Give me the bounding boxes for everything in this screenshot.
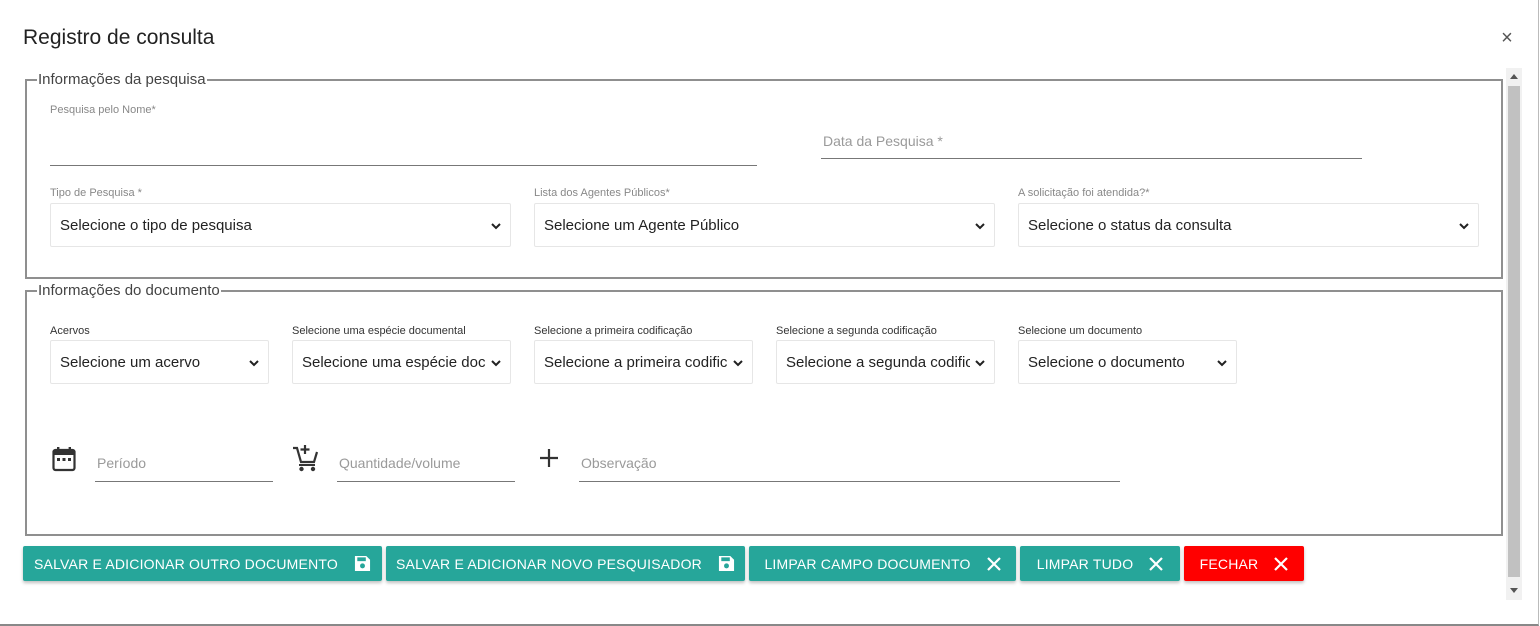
modal-dialog: Registro de consulta × Informações da pe… xyxy=(0,0,1539,626)
acervos-select[interactable]: Selecione um acervo xyxy=(50,340,269,384)
chevron-down-icon xyxy=(1459,223,1469,230)
atendida-select[interactable]: Selecione o status da consulta xyxy=(1018,203,1479,247)
limpar-tudo-button[interactable]: LIMPAR TUDO xyxy=(1020,546,1180,581)
chevron-down-icon xyxy=(249,360,259,367)
segunda-label: Selecione a segunda codificação xyxy=(776,325,937,337)
observacao-input[interactable] xyxy=(579,445,1120,482)
especie-label: Selecione uma espécie documental xyxy=(292,325,466,337)
segunda-select[interactable]: Selecione a segunda codifica xyxy=(776,340,995,384)
documento-fieldset: Informações do documento xyxy=(25,282,1503,536)
agentes-selected-text: Selecione um Agente Público xyxy=(544,217,740,234)
acervos-selected-text: Selecione um acervo xyxy=(60,354,201,371)
segunda-selected-text: Selecione a segunda codifica xyxy=(786,354,970,371)
quantidade-input[interactable] xyxy=(337,445,515,482)
chevron-down-icon xyxy=(733,360,743,367)
tipo-selected-text: Selecione o tipo de pesquisa xyxy=(60,217,252,234)
limpar-campo-documento-button[interactable]: LIMPAR CAMPO DOCUMENTO xyxy=(749,546,1016,581)
plus-icon xyxy=(540,449,558,467)
add-shopping-cart-icon xyxy=(293,445,319,472)
fechar-label: FECHAR xyxy=(1199,555,1259,572)
limpar-documento-label: LIMPAR CAMPO DOCUMENTO xyxy=(764,555,971,572)
especie-select[interactable]: Selecione uma espécie docu xyxy=(292,340,511,384)
documento-legend: Informações do documento xyxy=(37,282,221,299)
close-icon xyxy=(1149,556,1164,571)
pesquisa-legend: Informações da pesquisa xyxy=(37,71,207,88)
save-icon xyxy=(354,555,371,572)
tipo-pesquisa-select[interactable]: Selecione o tipo de pesquisa xyxy=(50,203,511,247)
atendida-label: A solicitação foi atendida?* xyxy=(1018,187,1150,199)
nome-input[interactable] xyxy=(50,134,757,166)
chevron-down-icon xyxy=(491,223,501,230)
documento-selected-text: Selecione o documento xyxy=(1028,354,1185,371)
agentes-select[interactable]: Selecione um Agente Público xyxy=(534,203,995,247)
pesquisa-fieldset: Informações da pesquisa xyxy=(25,71,1503,279)
close-icon[interactable]: × xyxy=(1497,28,1517,48)
salvar-outro-label: SALVAR E ADICIONAR OUTRO DOCUMENTO xyxy=(34,555,338,572)
nome-label: Pesquisa pelo Nome* xyxy=(50,104,156,116)
tipo-label: Tipo de Pesquisa * xyxy=(50,187,142,199)
documento-label: Selecione um documento xyxy=(1018,325,1143,337)
salvar-novo-pesquisador-button[interactable]: SALVAR E ADICIONAR NOVO PESQUISADOR xyxy=(386,546,745,581)
scroll-down-icon[interactable] xyxy=(1510,588,1518,593)
especie-selected-text: Selecione uma espécie docu xyxy=(302,354,486,371)
calendar-icon xyxy=(52,447,76,472)
chevron-down-icon xyxy=(975,223,985,230)
vertical-scrollbar[interactable] xyxy=(1506,68,1522,600)
primeira-label: Selecione a primeira codificação xyxy=(534,325,693,337)
salvar-outro-documento-button[interactable]: SALVAR E ADICIONAR OUTRO DOCUMENTO xyxy=(23,546,382,581)
salvar-novo-label: SALVAR E ADICIONAR NOVO PESQUISADOR xyxy=(396,555,702,572)
fechar-button[interactable]: FECHAR xyxy=(1184,546,1304,581)
atendida-selected-text: Selecione o status da consulta xyxy=(1028,217,1232,234)
limpar-tudo-label: LIMPAR TUDO xyxy=(1036,555,1134,572)
primeira-selected-text: Selecione a primeira codifica xyxy=(544,354,728,371)
acervos-label: Acervos xyxy=(50,325,90,337)
save-icon xyxy=(718,555,735,572)
documento-select[interactable]: Selecione o documento xyxy=(1018,340,1237,384)
periodo-input[interactable] xyxy=(95,445,273,482)
scroll-up-icon[interactable] xyxy=(1510,74,1518,79)
close-icon xyxy=(1274,556,1289,571)
data-pesquisa-input[interactable] xyxy=(821,124,1362,159)
dialog-title: Registro de consulta xyxy=(23,26,215,49)
primeira-select[interactable]: Selecione a primeira codifica xyxy=(534,340,753,384)
close-icon xyxy=(986,556,1001,571)
scroll-thumb[interactable] xyxy=(1508,86,1520,577)
chevron-down-icon xyxy=(1217,360,1227,367)
chevron-down-icon xyxy=(491,360,501,367)
chevron-down-icon xyxy=(975,360,985,367)
agentes-label: Lista dos Agentes Públicos* xyxy=(534,187,670,199)
